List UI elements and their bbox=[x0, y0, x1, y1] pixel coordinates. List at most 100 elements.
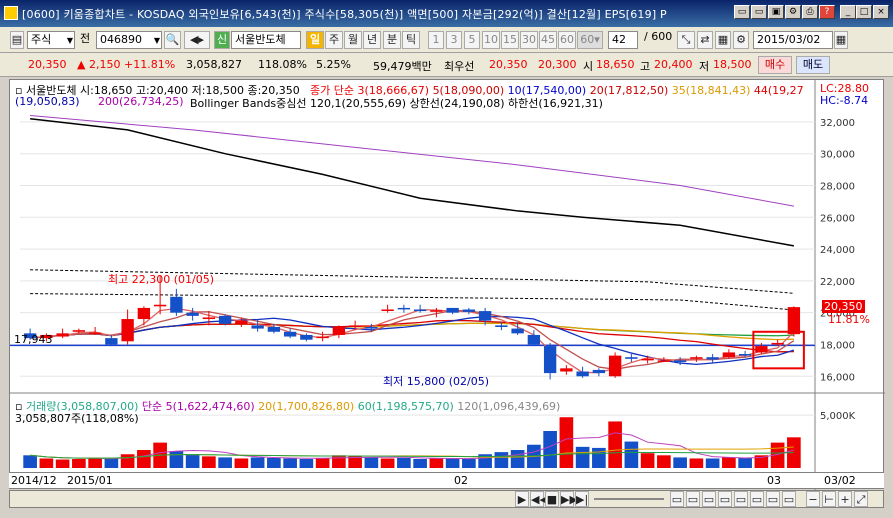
candle-body bbox=[365, 326, 378, 329]
end-icon[interactable]: ▶| bbox=[575, 491, 589, 507]
calendar-icon[interactable]: ▦ bbox=[834, 31, 848, 49]
tab-minute[interactable]: 분 bbox=[383, 31, 401, 49]
view2-icon[interactable]: ▭ bbox=[686, 491, 700, 507]
hc-label: HC:-8.74 bbox=[820, 94, 869, 107]
view5-icon[interactable]: ▭ bbox=[734, 491, 748, 507]
new-badge[interactable]: 신 bbox=[214, 31, 230, 49]
tab-week[interactable]: 주 bbox=[325, 31, 343, 49]
volume-bar bbox=[445, 458, 460, 468]
tab-tick[interactable]: 틱 bbox=[402, 31, 420, 49]
app-icon bbox=[4, 6, 18, 20]
vol-ma5-legend: 단순 5(1,622,474,60) bbox=[141, 400, 255, 413]
window-icon[interactable]: ▭ bbox=[751, 5, 767, 19]
base-price-label: 17,943 bbox=[14, 333, 53, 346]
minimize-button[interactable]: _ bbox=[840, 5, 856, 19]
view4-icon[interactable]: ▭ bbox=[718, 491, 732, 507]
volume-bar bbox=[120, 454, 135, 468]
zoom-out-icon[interactable]: − bbox=[806, 491, 820, 507]
save-icon[interactable]: ▣ bbox=[768, 5, 784, 19]
candle-body bbox=[722, 352, 736, 358]
volume-bar bbox=[202, 456, 216, 468]
volume-bar bbox=[104, 457, 119, 468]
volume-bar bbox=[55, 459, 70, 468]
sell-button[interactable]: 매도 bbox=[796, 56, 830, 74]
min-option-5[interactable]: 5 bbox=[464, 31, 480, 49]
min-option-custom[interactable]: 60▾ bbox=[577, 31, 603, 49]
date-input[interactable]: 2015/03/02 bbox=[753, 31, 833, 49]
candle-body bbox=[72, 330, 86, 332]
chart-scrollbar[interactable]: ▶ ◀◀ ■ ▶▶ ▶| ▭ ▭ ▭ ▭ ▭ ▭ ▭ ▭ − ⊢ + ⤢ bbox=[9, 490, 884, 508]
count-input[interactable]: 42 bbox=[608, 31, 638, 49]
toolbar-menu-icon[interactable]: ▤ bbox=[10, 31, 24, 49]
zoom-in-icon[interactable]: + bbox=[838, 491, 852, 507]
chart-type-icon[interactable]: ⤡ bbox=[677, 31, 695, 49]
maximize-button[interactable]: □ bbox=[856, 5, 872, 19]
chart-area[interactable]: 32,000 30,000 28,000 26,000 24,000 22,000 20,0… bbox=[9, 79, 885, 490]
volume-bar bbox=[494, 452, 509, 468]
min-option-30[interactable]: 30 bbox=[520, 31, 538, 49]
link-icon[interactable]: ▭ bbox=[734, 5, 750, 19]
view6-icon[interactable]: ▭ bbox=[750, 491, 764, 507]
compare-icon[interactable]: ⇄ bbox=[697, 31, 713, 49]
close-button[interactable]: × bbox=[873, 5, 889, 19]
view8-icon[interactable]: ▭ bbox=[782, 491, 796, 507]
play-icon[interactable]: ◀◀ bbox=[530, 491, 548, 507]
stop-icon[interactable]: ■ bbox=[545, 491, 559, 507]
min-option-3[interactable]: 3 bbox=[446, 31, 462, 49]
volume-bar bbox=[575, 446, 590, 468]
candle-body bbox=[121, 319, 134, 342]
print-icon[interactable]: ⎙ bbox=[802, 5, 818, 19]
min-option-60[interactable]: 60 bbox=[558, 31, 576, 49]
candle-body bbox=[348, 325, 362, 327]
fit-icon[interactable]: ⤢ bbox=[854, 491, 868, 507]
tab-year[interactable]: 년 bbox=[363, 31, 381, 49]
min-option-1[interactable]: 1 bbox=[428, 31, 444, 49]
best-bid: 20,300 bbox=[538, 58, 577, 71]
buy-button[interactable]: 매수 bbox=[758, 56, 792, 74]
candle-body bbox=[657, 360, 671, 362]
code-value: 046890 bbox=[100, 33, 142, 46]
tab-month[interactable]: 월 bbox=[344, 31, 362, 49]
candle-body bbox=[397, 307, 411, 310]
candle-body bbox=[738, 354, 752, 356]
tab-day[interactable]: 일 bbox=[306, 31, 324, 49]
volume-bar bbox=[283, 458, 297, 468]
min-option-15[interactable]: 15 bbox=[501, 31, 519, 49]
candle-body bbox=[267, 326, 281, 332]
low-price: 18,500 bbox=[713, 58, 752, 71]
zoom-slider[interactable] bbox=[594, 498, 664, 500]
code-input[interactable]: 046890 ▼ bbox=[96, 31, 162, 49]
settings-icon[interactable]: ⚙ bbox=[785, 5, 801, 19]
view3-icon[interactable]: ▭ bbox=[702, 491, 716, 507]
help-icon[interactable]: ? bbox=[819, 5, 835, 19]
candle-body bbox=[673, 360, 687, 362]
volume-bar bbox=[510, 450, 525, 468]
volume-bar bbox=[364, 457, 379, 468]
candle-body bbox=[771, 342, 784, 345]
quote-bar: 20,350 ▲ 2,150 +11.81% 3,058,827 118.08%… bbox=[0, 53, 893, 77]
min-option-10[interactable]: 10 bbox=[482, 31, 500, 49]
high-annotation: 최고 22,300 (01/05) bbox=[108, 273, 215, 286]
candle-body bbox=[251, 325, 264, 329]
vol-tick-label: 5,000K bbox=[820, 411, 856, 422]
market-select[interactable]: 주식 ▼ bbox=[27, 31, 75, 49]
candle-body bbox=[381, 309, 394, 312]
view7-icon[interactable]: ▭ bbox=[766, 491, 780, 507]
volume-ratio: 118.08% bbox=[258, 58, 307, 71]
slider-icon[interactable]: ⊢ bbox=[822, 491, 836, 507]
candle-body bbox=[446, 307, 459, 313]
price-change: ▲ 2,150 bbox=[77, 58, 121, 71]
scroll-right-icon[interactable]: ▶ bbox=[515, 491, 529, 507]
forward-icon[interactable]: ▶▶ bbox=[560, 491, 578, 507]
volume-bar bbox=[137, 450, 151, 468]
y-tick-label: 22,000 bbox=[820, 277, 855, 288]
volume-bar bbox=[185, 454, 200, 468]
volume-bar bbox=[722, 457, 736, 468]
min-option-45[interactable]: 45 bbox=[539, 31, 557, 49]
speaker-icon[interactable]: ◀▸ bbox=[184, 31, 210, 49]
config-icon[interactable]: ⚙ bbox=[733, 31, 749, 49]
search-icon[interactable]: 🔍 bbox=[164, 31, 181, 49]
view-icon[interactable]: ▭ bbox=[670, 491, 684, 507]
indicator-icon[interactable]: ▦ bbox=[715, 31, 731, 49]
volume-bar bbox=[462, 459, 476, 468]
